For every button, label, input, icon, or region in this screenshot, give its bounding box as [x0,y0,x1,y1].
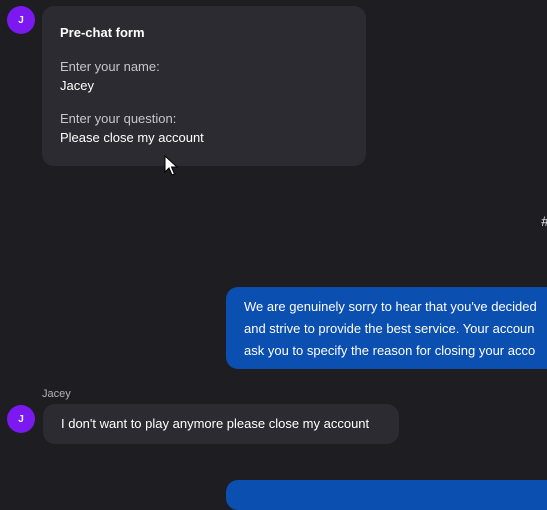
sender-name: Jacey [42,388,71,400]
question-field-label: Enter your question: [60,111,177,126]
question-field-value: Please close my account [60,130,204,145]
mouse-pointer-icon [164,155,178,176]
user-avatar: J [7,405,35,433]
prechat-form-bubble: Pre-chat form Enter your name: Jacey Ent… [42,6,366,166]
user-message-bubble: I don't want to play anymore please clos… [43,404,399,444]
avatar-initial: J [18,413,24,425]
user-avatar: J [7,6,35,34]
user-message-text: I don't want to play anymore please clos… [61,416,370,431]
agent-message-line: ask you to specify the reason for closin… [244,343,536,358]
agent-message-line: and strive to provide the best service. … [244,321,535,336]
cropped-glyph: # [541,213,547,229]
agent-message-bubble: We are genuinely sorry to hear that you'… [226,287,547,369]
name-field-value: Jacey [60,78,94,93]
prechat-form-title: Pre-chat form [60,25,145,40]
agent-message-line: We are genuinely sorry to hear that you'… [244,299,537,314]
name-field-label: Enter your name: [60,59,160,74]
agent-message-bubble-partial [226,480,547,510]
avatar-initial: J [18,14,24,26]
